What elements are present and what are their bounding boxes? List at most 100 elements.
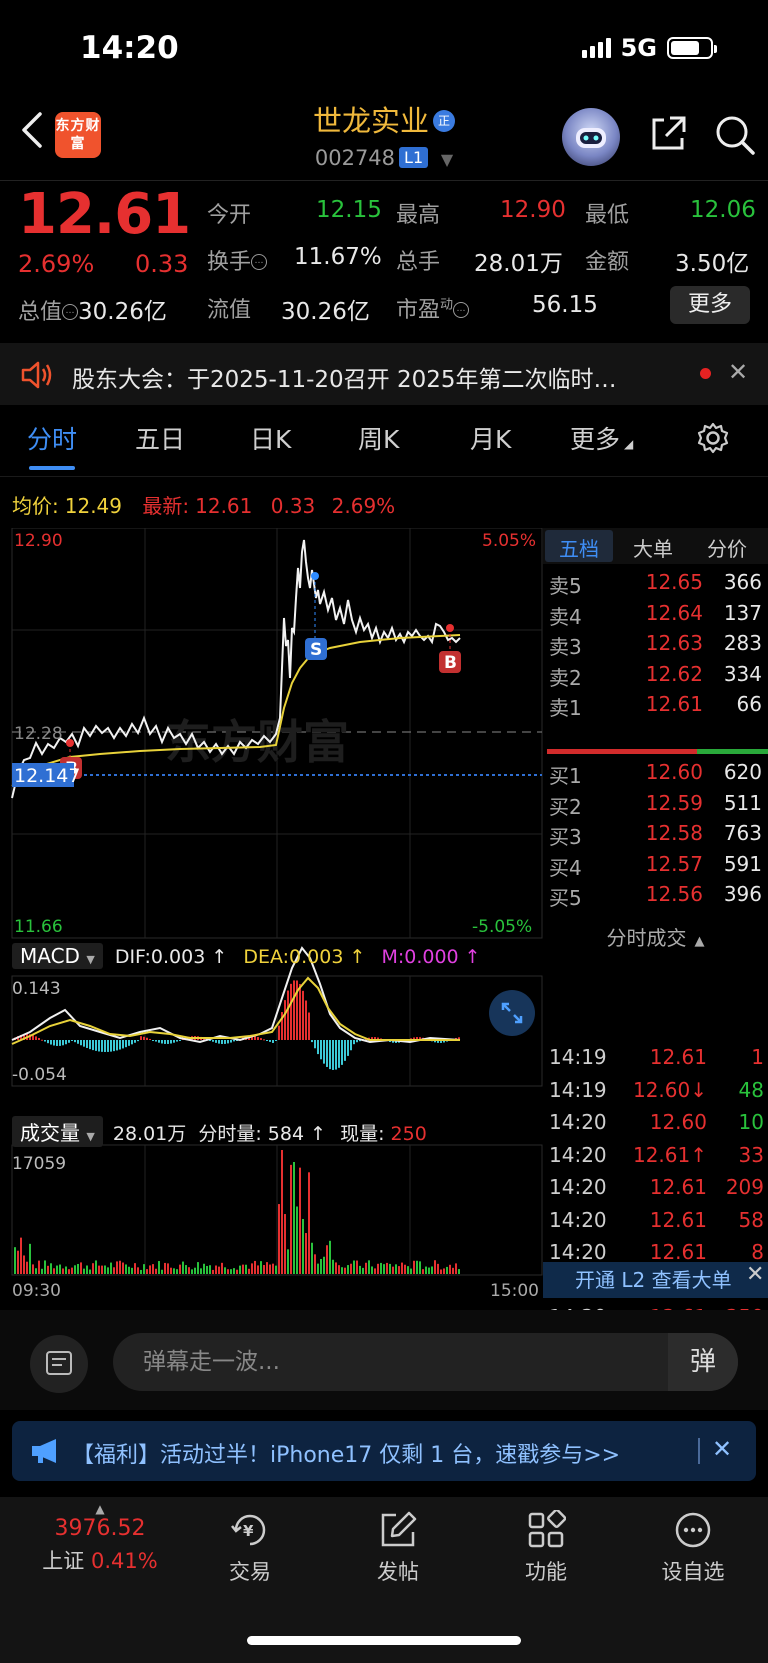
- macd-bar: [299, 984, 301, 1040]
- l2-upgrade-banner[interactable]: 开通 L2 查看大单: [543, 1262, 768, 1298]
- divider: [698, 1438, 700, 1464]
- index-widget[interactable]: ▲ 3976.52 上证 0.41%: [35, 1502, 165, 1575]
- tab-more[interactable]: 更多 ◢: [570, 420, 633, 456]
- macd-histogram: [14, 980, 460, 1070]
- trade-icon: ¥: [231, 1514, 266, 1546]
- stock-name: 世龙实业: [312, 104, 429, 138]
- volume-bars: [14, 1150, 460, 1274]
- settings-gear-icon[interactable]: [697, 422, 729, 454]
- buy-level-row[interactable]: 买3 12.58 763: [543, 821, 768, 853]
- share-button[interactable]: [648, 114, 688, 158]
- sell-level-row[interactable]: 卖5 12.65 366: [543, 570, 768, 602]
- index-value: 3976.52: [54, 1516, 146, 1541]
- macd-bar: [77, 1040, 79, 1044]
- macd-bar: [146, 1037, 148, 1040]
- volume-bar: [302, 1218, 304, 1274]
- tab-monthly-k[interactable]: 月K: [470, 420, 511, 456]
- macd-bar: [68, 1040, 70, 1043]
- info-icon[interactable]: …: [453, 302, 470, 318]
- buy-level-row[interactable]: 买1 12.60 620: [543, 760, 768, 792]
- axis-high-pct: 5.05%: [482, 531, 536, 551]
- nav-functions[interactable]: 功能: [486, 1510, 606, 1586]
- danmu-toggle-button[interactable]: 弹: [668, 1333, 738, 1391]
- macd-bar: [278, 1025, 280, 1040]
- trade-price: 12.61: [649, 1175, 707, 1199]
- axis-high-price: 12.90: [14, 531, 63, 551]
- volume-top-value: 17059: [12, 1154, 66, 1174]
- promo-text[interactable]: 【福利】活动过半！iPhone17 仅剩 1 台，速戳参与>>: [72, 1437, 620, 1469]
- volume-total: 28.01万: [112, 1123, 187, 1145]
- more-button[interactable]: 更多: [670, 286, 750, 324]
- tab-weekly-k[interactable]: 周K: [358, 420, 399, 456]
- sell-level-row[interactable]: 卖4 12.64 137: [543, 601, 768, 633]
- level-label: 买1: [549, 764, 582, 788]
- nav-trade[interactable]: ¥ 交易: [190, 1510, 310, 1586]
- tab-intraday[interactable]: 分时: [27, 420, 77, 456]
- volume-bar: [263, 1265, 265, 1274]
- buy-level-row[interactable]: 买5 12.56 396: [543, 882, 768, 914]
- macd-bar: [62, 1040, 64, 1046]
- volume-bar: [293, 1162, 295, 1274]
- notice-text[interactable]: 股东大会：于2025-11-20召开 2025年第二次临时…: [72, 360, 617, 394]
- macd-bar: [320, 1040, 322, 1060]
- divider: [0, 180, 768, 181]
- volume-bar: [191, 1269, 193, 1274]
- tab-big-orders[interactable]: 大单: [633, 533, 673, 562]
- macd-bar: [44, 1040, 46, 1042]
- volume-bar: [419, 1261, 421, 1274]
- macd-bar: [287, 990, 289, 1040]
- tab-5day[interactable]: 五日: [135, 420, 185, 456]
- macd-bar: [260, 1038, 262, 1040]
- total-value-label: 总值: [18, 300, 63, 325]
- buy-level-row[interactable]: 买4 12.57 591: [543, 852, 768, 884]
- tab-price-dist[interactable]: 分价: [707, 533, 747, 562]
- sell-level-row[interactable]: 卖3 12.63 283: [543, 631, 768, 663]
- close-icon[interactable]: ✕: [728, 358, 748, 386]
- volume-bar: [233, 1268, 235, 1274]
- info-icon[interactable]: …: [251, 254, 268, 270]
- comment-list-button[interactable]: [30, 1335, 88, 1393]
- macd-bar: [329, 1040, 331, 1070]
- sell-level-row[interactable]: 卖2 12.62 334: [543, 662, 768, 694]
- sell-marker[interactable]: S: [305, 572, 327, 660]
- close-icon[interactable]: ✕: [746, 1262, 764, 1287]
- trades-header[interactable]: 分时成交 ▲: [543, 922, 768, 951]
- macd-bar: [302, 990, 304, 1040]
- macd-selector[interactable]: MACD ▼: [12, 943, 103, 969]
- sell-level-row[interactable]: 卖1 12.61 66: [543, 692, 768, 724]
- macd-bar: [353, 1040, 355, 1045]
- buy-level-row[interactable]: 买2 12.59 511: [543, 791, 768, 823]
- volume-bar: [161, 1269, 163, 1274]
- macd-bar: [80, 1040, 82, 1046]
- close-icon[interactable]: ✕: [712, 1435, 732, 1463]
- volume-bar: [110, 1262, 112, 1274]
- volume-bar: [335, 1262, 337, 1274]
- volume-bar: [218, 1266, 220, 1274]
- expand-button[interactable]: [489, 990, 535, 1036]
- nav-post[interactable]: 发帖: [338, 1510, 458, 1586]
- macd-bar: [137, 1040, 139, 1042]
- nav-watchlist[interactable]: 设自选: [633, 1510, 753, 1586]
- macd-bar: [347, 1040, 349, 1056]
- volume-bar: [425, 1266, 427, 1274]
- danmu-input[interactable]: 弹幕走一波...: [113, 1333, 738, 1391]
- level-label: 卖3: [549, 635, 582, 659]
- volume-bar: [446, 1266, 448, 1274]
- avg-price-row: 均价: 12.49 最新: 12.61 0.33 2.69%: [12, 490, 395, 519]
- volume-bar: [65, 1266, 67, 1274]
- buy-marker[interactable]: B: [439, 624, 461, 673]
- active-tab-indicator: [29, 466, 75, 470]
- macd-bar: [92, 1040, 94, 1051]
- volume-bar: [155, 1268, 157, 1274]
- tab-five-levels[interactable]: 五档: [559, 533, 599, 562]
- intraday-chart[interactable]: 东方财富 B S B 12.90 5.05% 12.28 12.147 11.6…: [10, 528, 543, 1298]
- search-button[interactable]: [714, 114, 756, 160]
- tab-daily-k[interactable]: 日K: [250, 420, 291, 456]
- volume-bar: [56, 1265, 58, 1274]
- macd-bar: [155, 1040, 157, 1042]
- volume-bar: [200, 1268, 202, 1274]
- info-icon[interactable]: …: [62, 304, 79, 320]
- robot-avatar[interactable]: [562, 108, 620, 166]
- volume-selector[interactable]: 成交量 ▼: [12, 1116, 103, 1147]
- open-value: 12.15: [316, 197, 382, 223]
